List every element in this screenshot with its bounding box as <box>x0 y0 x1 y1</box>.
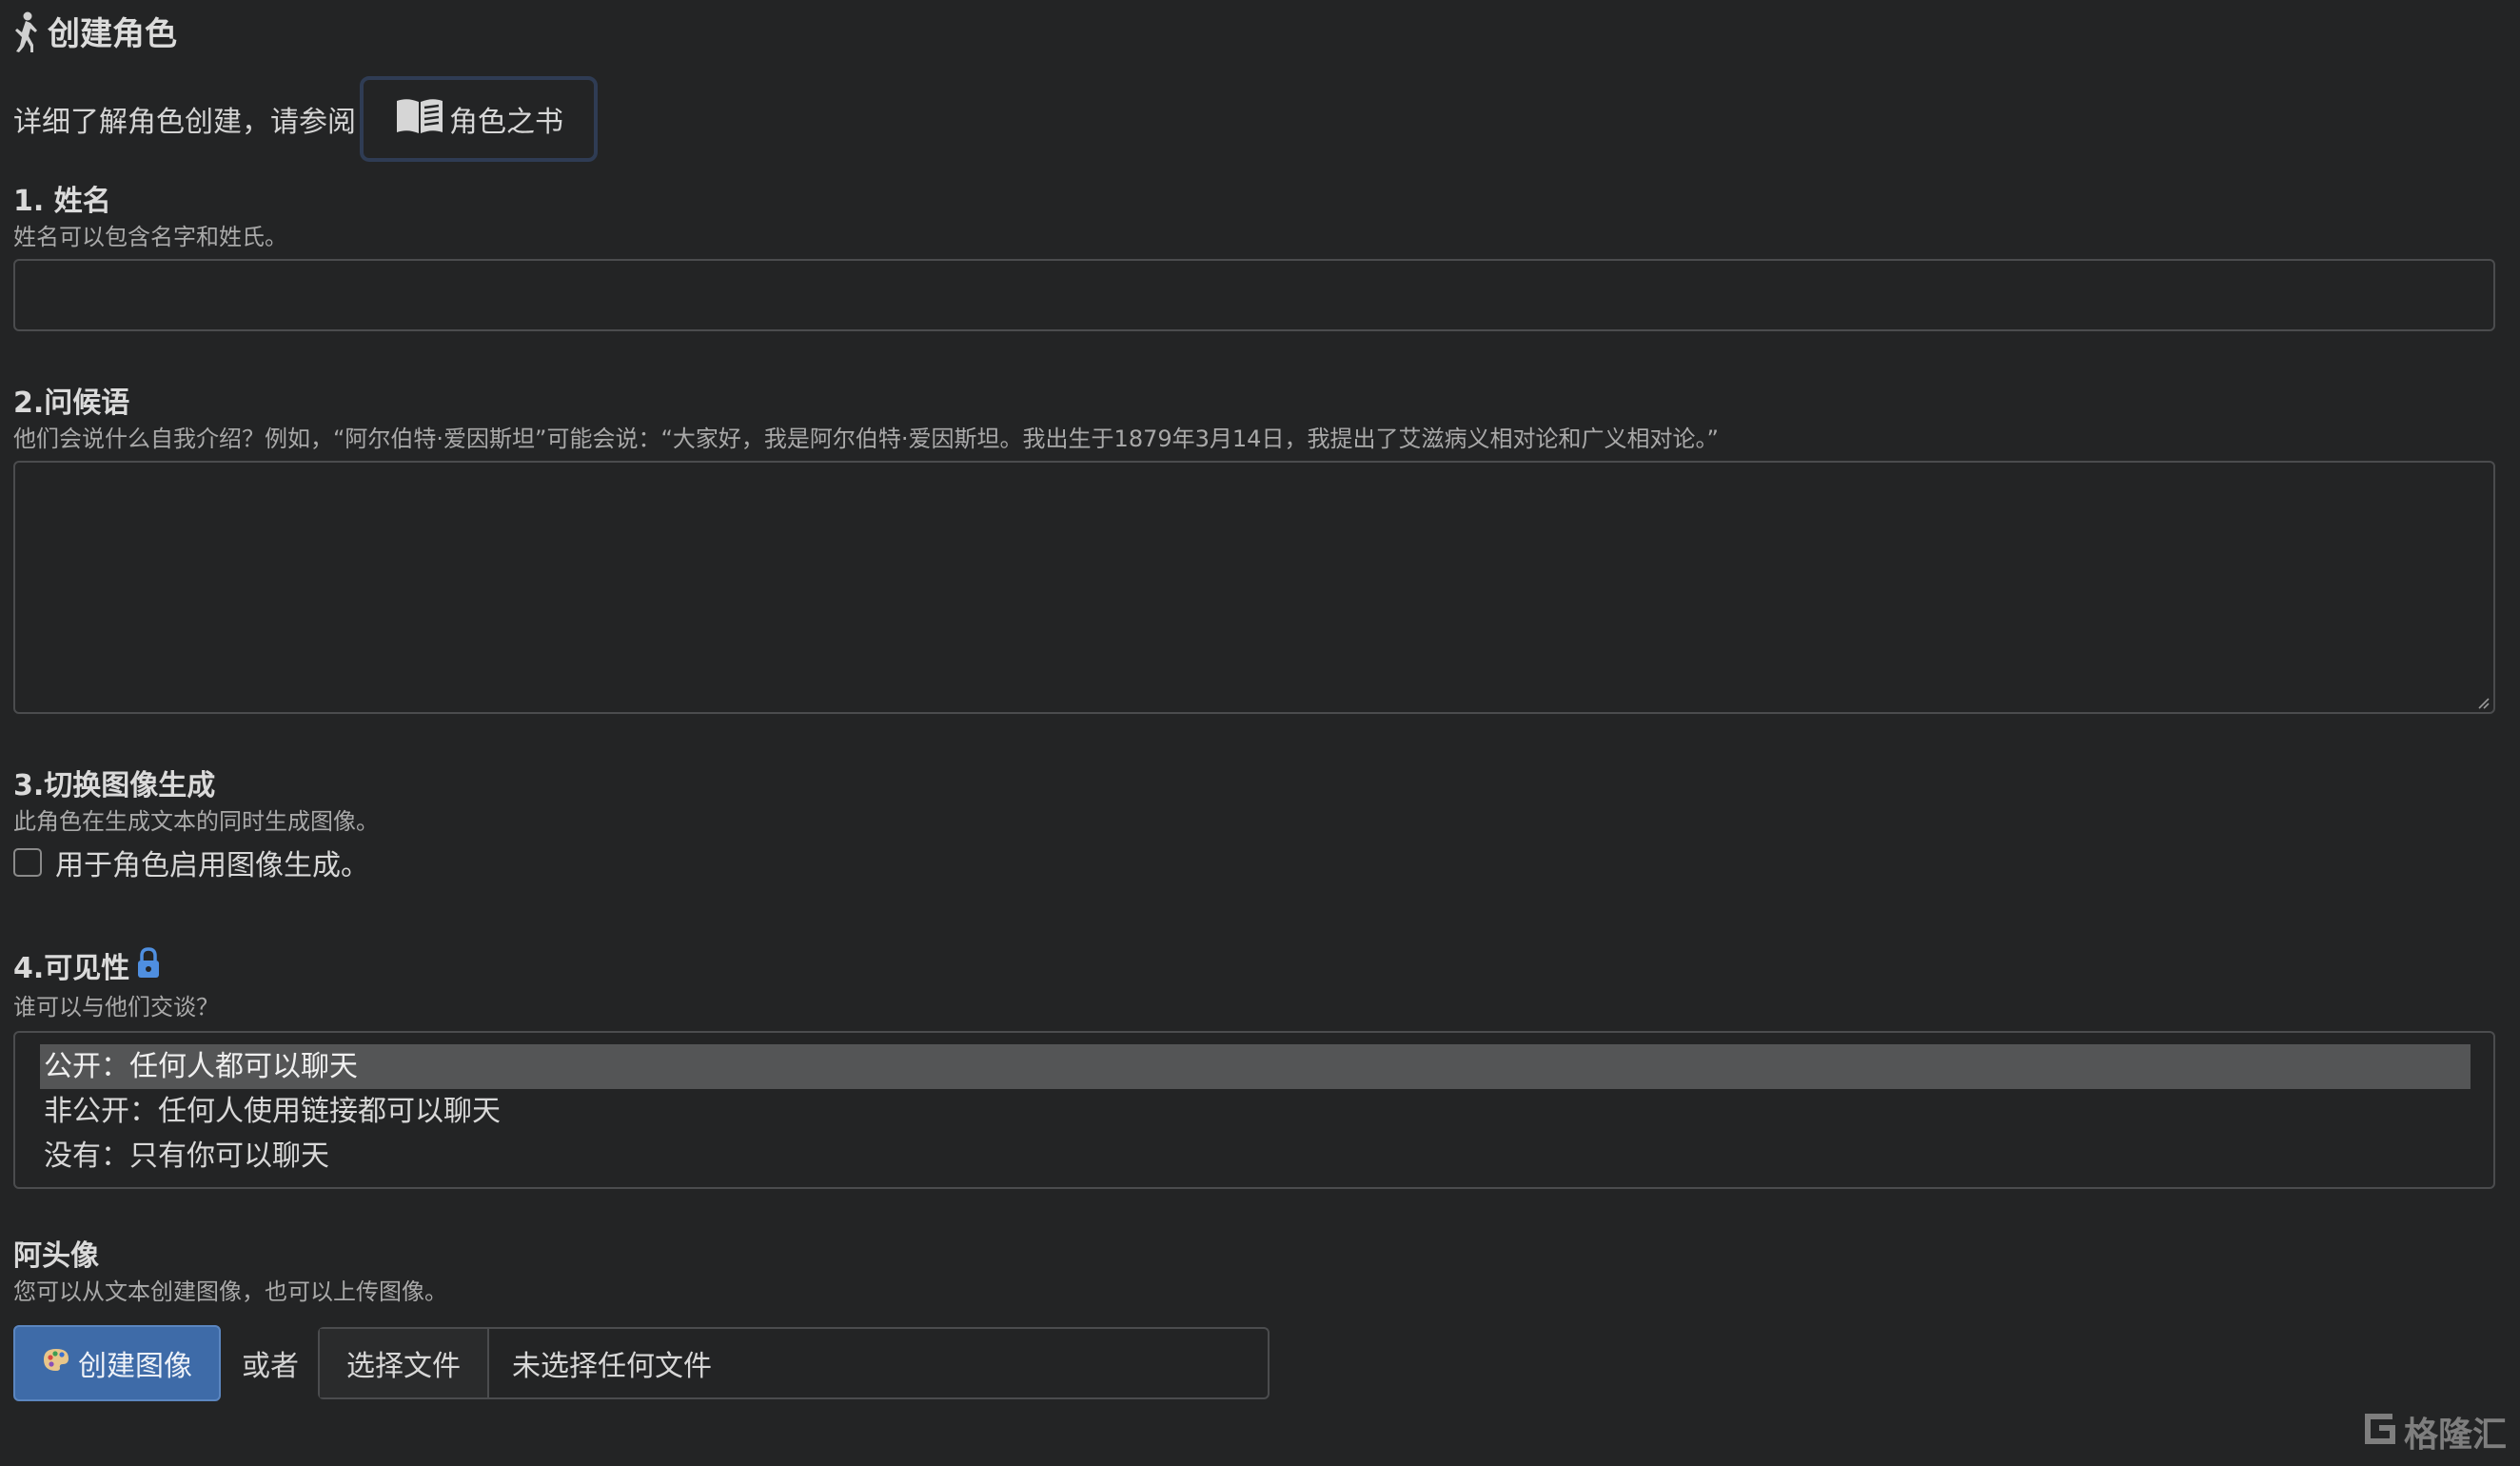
resize-grip-icon[interactable] <box>2476 695 2490 709</box>
avatar-help: 您可以从文本创建图像，也可以上传图像。 <box>13 1278 447 1305</box>
image-gen-checkbox-row[interactable]: 用于角色启用图像生成。 <box>13 842 2495 883</box>
lock-icon <box>135 946 162 991</box>
visibility-section: 4.可见性 谁可以与他们交谈？ 公开：任何人都可以聊天 非公开：任何人使用链接都… <box>13 946 2495 1189</box>
intro-line: 详细了解角色创建，请参阅 角色之书 <box>13 76 598 162</box>
avatar-section: 阿头像 您可以从文本创建图像，也可以上传图像。 创建图像 或者 选择文件 未选择… <box>13 1238 2495 1401</box>
visibility-listbox[interactable]: 公开：任何人都可以聊天 非公开：任何人使用链接都可以聊天 没有：只有你可以聊天 <box>13 1031 2495 1189</box>
greeting-help: 他们会说什么自我介绍？例如，“阿尔伯特·爱因斯坦”可能会说：“大家好，我是阿尔伯… <box>13 426 1719 452</box>
image-gen-checkbox[interactable] <box>13 848 42 877</box>
greeting-label: 2.问候语 <box>13 386 130 420</box>
palette-icon <box>42 1347 70 1379</box>
page-header: 创建角色 <box>13 11 177 57</box>
greeting-textarea[interactable] <box>13 461 2495 714</box>
visibility-option-unlisted[interactable]: 非公开：任何人使用链接都可以聊天 <box>40 1089 2471 1134</box>
visibility-option-public[interactable]: 公开：任何人都可以聊天 <box>40 1044 2471 1089</box>
watermark: 格隆汇 <box>2360 1407 2507 1456</box>
book-icon <box>394 95 445 143</box>
name-label: 1. 姓名 <box>13 185 111 218</box>
image-gen-section: 3.切换图像生成 此角色在生成文本的同时生成图像。 用于角色启用图像生成。 <box>13 767 2495 883</box>
character-book-label: 角色之书 <box>449 106 563 139</box>
character-book-button[interactable]: 角色之书 <box>360 76 598 162</box>
image-gen-label: 3.切换图像生成 <box>13 769 216 802</box>
file-status: 未选择任何文件 <box>512 1350 712 1383</box>
image-gen-help: 此角色在生成文本的同时生成图像。 <box>13 808 379 835</box>
dancing-figure-icon <box>13 11 38 57</box>
create-image-button[interactable]: 创建图像 <box>13 1325 221 1401</box>
or-text: 或者 <box>242 1350 299 1383</box>
name-section: 1. 姓名 姓名可以包含名字和姓氏。 <box>13 183 2495 331</box>
image-gen-checkbox-label[interactable]: 用于角色启用图像生成。 <box>55 842 369 883</box>
avatar-label: 阿头像 <box>13 1239 99 1273</box>
file-input[interactable]: 选择文件 未选择任何文件 <box>318 1327 1270 1399</box>
avatar-actions: 创建图像 或者 选择文件 未选择任何文件 <box>13 1325 2495 1401</box>
visibility-help: 谁可以与他们交谈？ <box>13 994 219 1020</box>
create-image-label: 创建图像 <box>78 1351 192 1382</box>
visibility-label: 4.可见性 <box>13 951 130 985</box>
gelonghui-logo-icon <box>2360 1409 2398 1456</box>
watermark-text: 格隆汇 <box>2403 1416 2507 1455</box>
visibility-option-private[interactable]: 没有：只有你可以聊天 <box>40 1134 2471 1179</box>
page-title: 创建角色 <box>48 15 177 53</box>
name-input[interactable] <box>13 259 2495 331</box>
greeting-section: 2.问候语 他们会说什么自我介绍？例如，“阿尔伯特·爱因斯坦”可能会说：“大家好… <box>13 385 2495 714</box>
visibility-label-row: 4.可见性 <box>13 946 2495 991</box>
name-help: 姓名可以包含名字和姓氏。 <box>13 224 287 250</box>
intro-text: 详细了解角色创建，请参阅 <box>13 106 356 139</box>
choose-file-button[interactable]: 选择文件 <box>320 1329 489 1397</box>
